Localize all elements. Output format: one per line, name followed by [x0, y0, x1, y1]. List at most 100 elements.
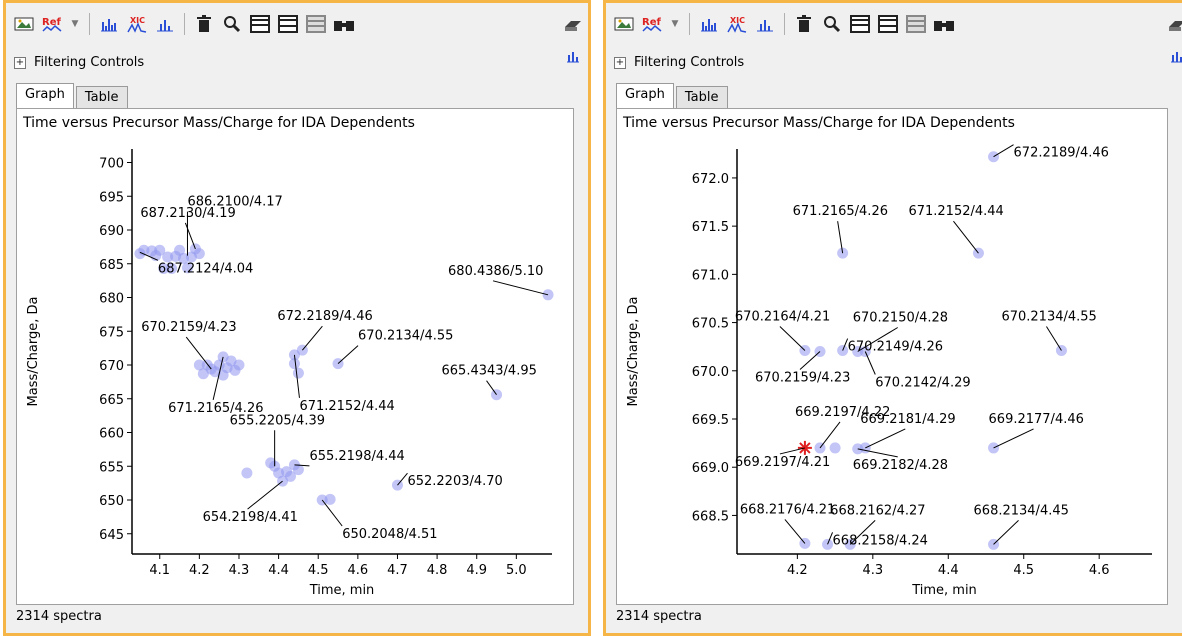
x-tick-label: 4.5: [1013, 563, 1034, 578]
tab-graph[interactable]: Graph: [616, 83, 674, 108]
y-tick-label: 669.5: [692, 413, 729, 428]
point-label: 671.2152/4.44: [908, 204, 1003, 219]
point-label: 669.2197/4.21: [735, 455, 830, 470]
x-tick-label: 4.8: [427, 563, 448, 578]
y-tick-label: 670.0: [692, 365, 729, 380]
x-axis-label: Time, min: [911, 583, 977, 598]
tab-graph[interactable]: Graph: [16, 83, 74, 108]
binoculars-icon[interactable]: [332, 12, 356, 36]
spectrum-icon[interactable]: [97, 12, 121, 36]
point-label: 670.2134/4.55: [1001, 310, 1096, 325]
point-label: 668.2162/4.27: [830, 503, 925, 518]
label-leader-line: [953, 220, 979, 254]
chart-icon[interactable]: [1166, 47, 1182, 65]
label-leader-line: [784, 519, 806, 544]
trash-icon[interactable]: [192, 12, 216, 36]
data-point: [288, 358, 300, 370]
eraser-icon[interactable]: [1166, 17, 1182, 35]
y-tick-label: 685: [99, 258, 124, 273]
filtering-controls-row[interactable]: + Filtering Controls: [14, 55, 144, 70]
label-leader-line: [184, 222, 196, 250]
point-label: 686.2100/4.17: [187, 195, 282, 210]
bar-spectrum-icon[interactable]: [153, 12, 177, 36]
reference-button[interactable]: Ref: [640, 12, 664, 36]
x-tick-label: 4.7: [387, 563, 408, 578]
data-point: [859, 442, 871, 454]
data-point: [233, 359, 245, 371]
point-label: 665.4343/4.95: [442, 364, 537, 379]
reference-button[interactable]: Ref: [40, 12, 64, 36]
y-tick-label: 655: [99, 460, 124, 475]
x-axis-label: Time, min: [309, 583, 375, 598]
window-icon[interactable]: [248, 12, 272, 36]
xic-button[interactable]: XIC: [125, 12, 149, 36]
x-tick-label: 5.0: [506, 563, 527, 578]
point-label: 655.2205/4.39: [230, 413, 325, 428]
tab-table[interactable]: Table: [675, 86, 728, 108]
label-leader-line: [301, 325, 323, 351]
x-tick-label: 4.2: [787, 563, 808, 578]
y-tick-label: 671.5: [692, 220, 729, 235]
image-icon[interactable]: [12, 12, 36, 36]
label-leader-line: [865, 428, 906, 449]
point-label: 669.2181/4.29: [860, 412, 955, 427]
ref-label: Ref: [642, 17, 661, 28]
y-tick-label: 670: [99, 359, 124, 374]
toolbar-separator: [784, 13, 785, 35]
xic-button[interactable]: XIC: [725, 12, 749, 36]
scatter-plot[interactable]: 645 650 655 660 665 670 675 680 685 690 695 700 4.1 4…: [17, 109, 573, 604]
point-label: 670.2150/4.28: [853, 311, 948, 326]
magnifier-icon[interactable]: [220, 12, 244, 36]
y-axis-label: Mass/Charge, Da: [26, 297, 41, 407]
y-tick-label: 690: [99, 224, 124, 239]
spectrum-icon[interactable]: [697, 12, 721, 36]
data-point: [292, 367, 304, 379]
image-icon[interactable]: [612, 12, 636, 36]
point-label: 670.2164/4.21: [735, 310, 830, 325]
scatter-plot[interactable]: 668.5 669.0 669.5 670.0 670.5 671.0 671.5 672.0…: [617, 109, 1167, 604]
point-label: 670.2134/4.55: [358, 329, 453, 344]
x-tick-label: 4.3: [229, 563, 250, 578]
label-leader-line: [993, 144, 1014, 158]
data-point: [193, 248, 205, 260]
eraser-icon[interactable]: [562, 17, 584, 35]
dropdown-arrow-icon[interactable]: ▼: [668, 12, 682, 36]
y-tick-label: 650: [99, 494, 124, 509]
dropdown-arrow-icon[interactable]: ▼: [68, 12, 82, 36]
label-leader-line: [492, 280, 549, 296]
expand-icon[interactable]: +: [14, 56, 26, 69]
data-point: [988, 442, 1000, 454]
grid-window-icon[interactable]: [904, 12, 928, 36]
point-label: 672.2189/4.46: [1014, 146, 1109, 161]
window-icon[interactable]: [848, 12, 872, 36]
y-axis-label: Mass/Charge, Da: [626, 297, 641, 407]
tab-strip: Graph Table: [616, 83, 730, 108]
graph-area: Time versus Precursor Mass/Charge for ID…: [16, 108, 574, 605]
magnifier-icon[interactable]: [820, 12, 844, 36]
left-explorer-panel: Ref ▼ XIC + Filtering Controls Graph Tab…: [3, 0, 591, 636]
expand-icon[interactable]: +: [614, 56, 626, 69]
y-tick-label: 671.0: [692, 268, 729, 283]
filtering-controls-row[interactable]: + Filtering Controls: [614, 55, 744, 70]
bar-spectrum-icon[interactable]: [753, 12, 777, 36]
status-text: 2314 spectra: [16, 609, 102, 624]
y-tick-label: 665: [99, 393, 124, 408]
toolbar-separator: [184, 13, 185, 35]
trash-icon[interactable]: [792, 12, 816, 36]
data-point: [1055, 345, 1067, 357]
split-window-icon[interactable]: [876, 12, 900, 36]
x-tick-label: 4.5: [308, 563, 329, 578]
point-label: 668.2134/4.45: [974, 503, 1069, 518]
binoculars-icon[interactable]: [932, 12, 956, 36]
ref-label: Ref: [42, 17, 61, 28]
filtering-controls-label: Filtering Controls: [34, 55, 145, 70]
chart-icon[interactable]: [562, 47, 584, 65]
y-tick-label: 672.0: [692, 172, 729, 187]
split-window-icon[interactable]: [276, 12, 300, 36]
data-point: [324, 493, 336, 505]
grid-window-icon[interactable]: [304, 12, 328, 36]
toolbar: Ref ▼ XIC: [12, 9, 558, 39]
tab-table[interactable]: Table: [75, 86, 128, 108]
point-label: 670.2159/4.23: [141, 320, 236, 335]
y-tick-label: 695: [99, 190, 124, 205]
